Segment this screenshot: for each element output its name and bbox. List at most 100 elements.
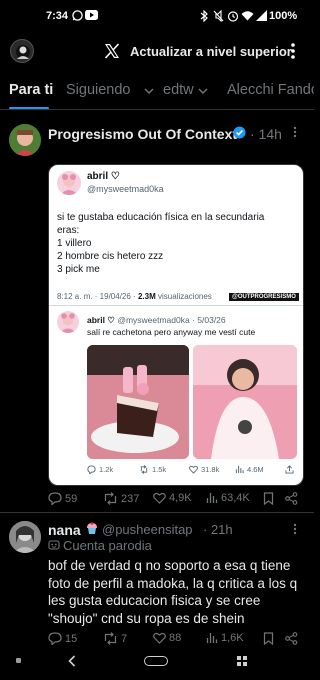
like-count: 4,9K (169, 492, 192, 504)
screenshot-line: 2 hombre cis hetero zzz (57, 251, 164, 262)
views-count: 1,6K (221, 632, 244, 644)
app-header: Actualizar a nivel superior (0, 32, 314, 72)
reply-count: 15 (65, 632, 78, 645)
repost-count: 237 (121, 492, 140, 505)
tweet-time: · 14h (250, 126, 282, 142)
screenshot-text: si te gustaba educación física en la sec… (57, 211, 297, 276)
views-button[interactable]: 1,6K (206, 632, 244, 644)
cake-photo (87, 345, 189, 459)
mute-icon (213, 10, 224, 22)
tab-alecchi[interactable]: Alecchi Fando (227, 82, 314, 98)
author-name[interactable]: Progresismo Out Of Context (48, 126, 237, 142)
inner-like-count: 31.8k (201, 465, 220, 474)
system-nav-bar (0, 652, 314, 680)
screenshot-views: 2.3M (137, 292, 156, 301)
status-bar: 7:34 100% (0, 0, 314, 32)
tweet-progresismo[interactable]: Progresismo Out Of Context · 14h abril ♡… (0, 116, 314, 512)
recent-apps-icon[interactable] (236, 655, 248, 667)
bookmark-icon[interactable] (263, 632, 274, 645)
parody-label: Cuenta parodia (63, 538, 152, 553)
nana-time: · 21h (203, 522, 233, 537)
nana-tweet-text: bof de verdad q no soporto a esa q tiene… (48, 557, 308, 627)
screenshot-date: 8:12 a. m. · 19/04/26 · (57, 292, 136, 301)
inner-views-count: 4.6M (247, 465, 264, 474)
back-icon[interactable] (68, 655, 76, 667)
tab-para-ti[interactable]: Para ti (9, 82, 53, 98)
screenshot-line: si te gustaba educación física en la sec… (57, 212, 265, 223)
like-count: 88 (169, 632, 182, 644)
nana-handle[interactable]: @pusheensitap (102, 522, 193, 537)
quote-handle: @mysweetmad0ka · 5/03/26 (117, 315, 226, 325)
inner-repost-stat: 1.5k (139, 465, 166, 474)
quote-text: salí re cachetona pero anyway me vestí c… (87, 327, 256, 337)
parody-badge-icon (48, 539, 60, 551)
like-button[interactable]: 88 (153, 632, 181, 644)
views-button[interactable]: 63,4K (206, 492, 250, 504)
author-avatar[interactable] (9, 124, 41, 156)
screenshot-line: 1 villero (57, 238, 92, 249)
upgrade-link[interactable]: Actualizar a nivel superior (130, 44, 292, 59)
alarm-icon (227, 10, 239, 22)
watermark: @OUTPROGRESISMO (229, 293, 299, 301)
quote-header: abril ♡ @mysweetmad0ka · 5/03/26 (87, 315, 226, 326)
cupcake-emoji-icon (86, 522, 98, 535)
tweet-more-icon[interactable] (293, 523, 297, 535)
abril-handle: @mysweetmad0ka (87, 184, 164, 194)
tweet-nana[interactable]: nana @pusheensitap · 21h Cuenta parodia … (0, 513, 314, 653)
chevron-down-icon (198, 88, 208, 95)
inner-reply-count: 1.2k (99, 465, 114, 474)
x-logo-icon (103, 42, 121, 60)
tweet-text-line: bof de verdad q no soporto a esa q tiene (48, 558, 291, 573)
chevron-down-icon (144, 88, 154, 95)
wifi-icon (241, 10, 254, 21)
screenshot-views-label: visualizaciones (157, 292, 212, 301)
tweet-text-line: foto de perfil a madoka, la q critica a … (48, 575, 298, 591)
verified-badge-icon (233, 126, 246, 139)
more-options-icon[interactable] (290, 42, 296, 60)
person-photo (193, 345, 297, 459)
share-icon[interactable] (285, 632, 298, 645)
battery-level: 100% (269, 10, 298, 22)
reply-button[interactable]: 15 (48, 632, 77, 645)
active-tab-indicator (9, 107, 49, 109)
reply-button[interactable]: 59 (48, 492, 77, 505)
bluetooth-icon (200, 10, 209, 22)
reply-count: 59 (65, 492, 78, 505)
like-button[interactable]: 4,9K (153, 492, 192, 504)
inner-repost-count: 1.5k (152, 465, 167, 474)
abril-avatar (57, 171, 81, 195)
tweet-image[interactable]: abril ♡ @mysweetmad0ka si te gustaba edu… (48, 164, 304, 486)
share-icon[interactable] (285, 492, 298, 505)
tweet-text-line: "shoujo" cnd su ropa es de shein (48, 610, 245, 626)
screenshot-line: 3 pick me (57, 264, 100, 275)
repost-button[interactable]: 237 (103, 492, 139, 505)
status-time: 7:34 (46, 10, 69, 22)
quote-avatar (57, 311, 79, 333)
nana-avatar[interactable] (9, 521, 41, 553)
youtube-icon (85, 10, 98, 20)
timeline-tabs: Para ti Siguiendo edtw Alecchi Fando (0, 76, 314, 110)
tab-edtw[interactable]: edtw (163, 82, 194, 98)
inner-views-stat: 4.6M (235, 465, 264, 474)
recents-indicator (16, 658, 21, 663)
screenshot-line: eras: (57, 225, 80, 236)
inner-like-stat: 31.8k (189, 465, 219, 474)
tab-siguiendo[interactable]: Siguiendo (66, 82, 131, 98)
tweet-more-icon[interactable] (293, 126, 297, 138)
home-button[interactable] (144, 656, 168, 666)
divider (49, 305, 303, 306)
repost-count: 7 (121, 632, 128, 645)
bookmark-icon[interactable] (263, 492, 274, 505)
screenshot-meta: 8:12 a. m. · 19/04/26 · 2.3M visualizaci… (57, 292, 212, 301)
inner-share-icon (285, 465, 294, 474)
whatsapp-icon (72, 10, 83, 21)
signal-icon (256, 10, 267, 21)
tweet-text-line: les gusta educacion fisica y se cree (48, 593, 261, 608)
abril-name: abril ♡ (87, 171, 120, 182)
repost-button[interactable]: 7 (103, 632, 127, 645)
views-count: 63,4K (221, 492, 250, 504)
nana-name[interactable]: nana (48, 522, 81, 538)
quote-name: abril ♡ (87, 315, 115, 325)
profile-avatar[interactable] (10, 39, 34, 63)
inner-reply-stat: 1.2k (87, 465, 113, 474)
